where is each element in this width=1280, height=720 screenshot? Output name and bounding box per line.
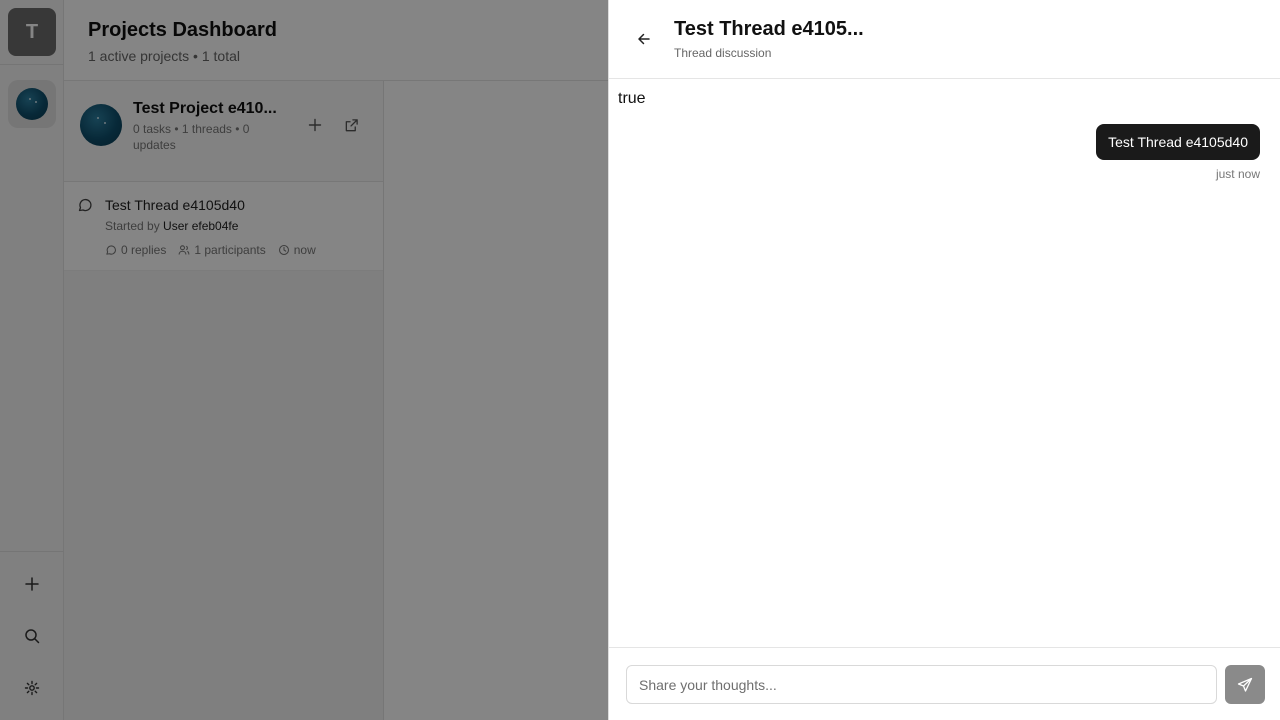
- back-button[interactable]: [629, 24, 659, 54]
- message-timestamp: just now: [1215, 167, 1260, 181]
- thread-panel-subtitle: Thread discussion: [674, 46, 772, 60]
- send-button[interactable]: [1225, 665, 1265, 704]
- thread-panel-title: Test Thread e4105...: [674, 18, 864, 40]
- message-composer: [609, 647, 1280, 720]
- thread-panel-header: Test Thread e4105... Thread discussion: [609, 0, 1280, 79]
- message-bubble: Test Thread e4105d40: [1096, 124, 1260, 160]
- send-icon: [1237, 677, 1253, 692]
- message-input[interactable]: [626, 665, 1217, 704]
- modal-backdrop[interactable]: [0, 0, 608, 720]
- stray-text: true: [618, 90, 646, 107]
- arrow-left-icon: [638, 33, 650, 45]
- thread-panel: Test Thread e4105... Thread discussion t…: [608, 0, 1280, 720]
